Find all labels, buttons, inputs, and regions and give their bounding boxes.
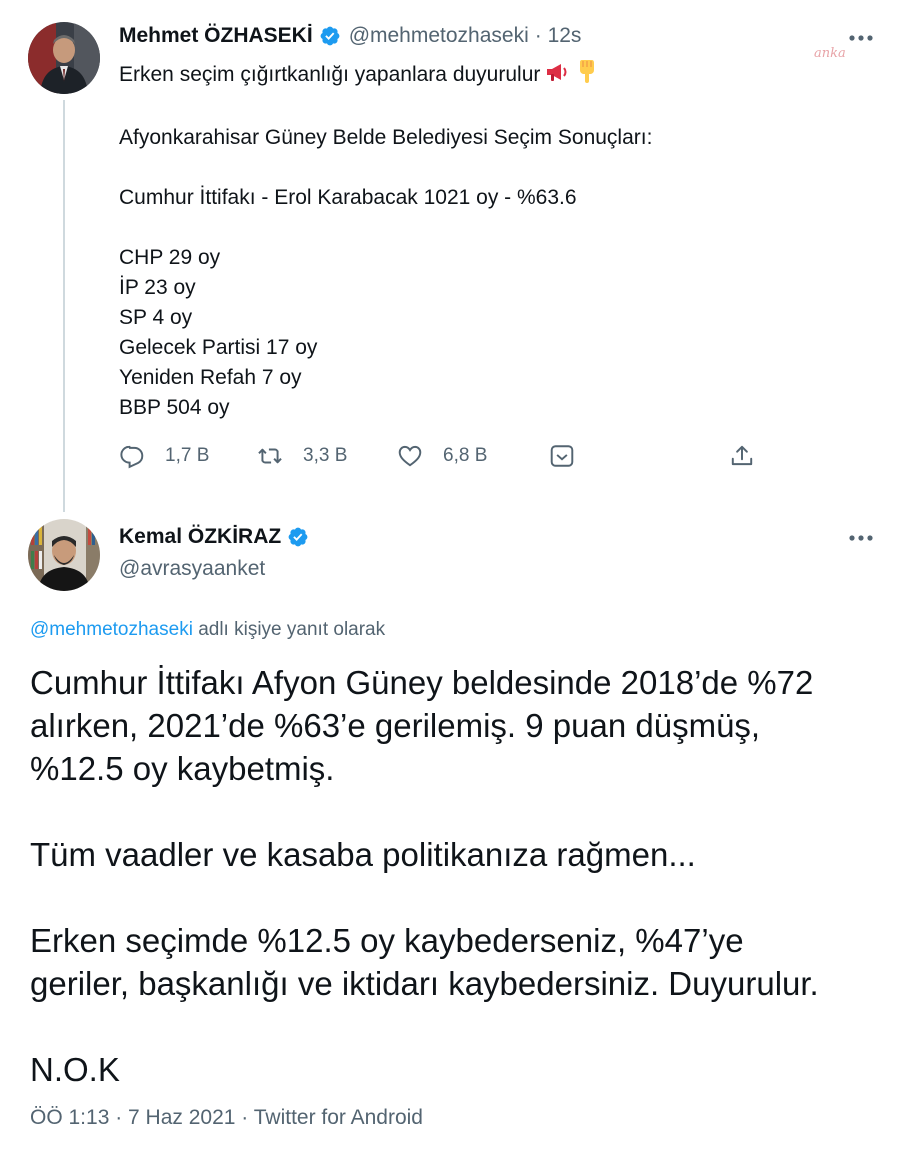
- tweet-metadata[interactable]: ÖÖ 1:13 · 7 Haz 2021 · Twitter for Andro…: [30, 1106, 423, 1130]
- tweet-text-line: Erken seçimde %12.5 oy kaybederseniz, %4…: [30, 922, 744, 959]
- tweet-timestamp[interactable]: · 12s: [535, 24, 582, 48]
- retweet-icon: [258, 448, 282, 464]
- tweet-text-line: BBP 504 oy: [119, 396, 230, 419]
- tweet-text-line: Tüm vaadler ve kasaba politikanıza rağme…: [30, 836, 696, 873]
- more-options-icon[interactable]: [848, 534, 874, 542]
- tweet-text-line: geriler, başkanlığı ve iktidarı kaybeder…: [30, 965, 819, 1002]
- tweet-text-line: Cumhur İttifakı Afyon Güney beldesinde 2…: [30, 664, 814, 701]
- tweet-header: Kemal ÖZKİRAZ: [119, 525, 317, 549]
- parent-tweet[interactable]: Mehmet ÖZHASEKİ @mehmetozhaseki · 12s an…: [0, 0, 900, 512]
- replying-to-label: adlı kişiye yanıt olarak: [198, 619, 386, 640]
- retweet-button[interactable]: 3,3 B: [257, 443, 347, 469]
- tweet-text-line: %12.5 oy kaybetmiş.: [30, 750, 335, 787]
- tweet-text-line: Cumhur İttifakı - Erol Karabacak 1021 oy…: [119, 186, 577, 209]
- reply-button[interactable]: 1,7 B: [119, 443, 209, 469]
- tweet-text: Erken seçim çığırtkanlığı yapanlara duyu…: [119, 58, 859, 423]
- share-icon: [731, 445, 753, 466]
- tweet-text-line: Gelecek Partisi 17 oy: [119, 336, 318, 359]
- inbox-icon: [550, 445, 574, 467]
- retweet-count: 3,3 B: [303, 445, 348, 466]
- author-name[interactable]: Kemal ÖZKİRAZ: [119, 525, 281, 549]
- tweet-header: Mehmet ÖZHASEKİ @mehmetozhaseki · 12s: [119, 24, 581, 48]
- reply-tweet[interactable]: Kemal ÖZKİRAZ @avrasyaanket @mehmetozhas…: [0, 505, 900, 1160]
- heart-icon: [398, 445, 422, 467]
- author-name[interactable]: Mehmet ÖZHASEKİ: [119, 24, 313, 48]
- like-count: 6,8 B: [443, 445, 488, 466]
- verified-badge-icon: [287, 526, 309, 548]
- avatar[interactable]: [28, 22, 100, 94]
- verified-badge-icon: [319, 25, 341, 47]
- more-options-icon[interactable]: [848, 34, 874, 42]
- tweet-text: Cumhur İttifakı Afyon Güney beldesinde 2…: [30, 661, 880, 1091]
- avatar[interactable]: [28, 519, 100, 591]
- reply-count: 1,7 B: [165, 445, 210, 466]
- tweet-text-line: İP 23 oy: [119, 276, 196, 299]
- tweet-text-line: SP 4 oy: [119, 306, 193, 329]
- tweet-text-line: Erken seçim çığırtkanlığı yapanlara duyu…: [119, 58, 859, 93]
- tweet-text-line: Afyonkarahisar Güney Belde Belediyesi Se…: [119, 126, 653, 149]
- send-via-dm-button[interactable]: [549, 443, 595, 469]
- tweet-text-line: Yeniden Refah 7 oy: [119, 366, 302, 389]
- like-button[interactable]: 6,8 B: [397, 443, 487, 469]
- tweet-text-line: alırken, 2021’de %63’e gerilemiş. 9 puan…: [30, 707, 761, 744]
- tweet-text-line: N.O.K: [30, 1051, 120, 1088]
- replying-to-handle-link[interactable]: @mehmetozhaseki: [30, 619, 193, 640]
- pointing-down-emoji-icon: [574, 58, 600, 93]
- reply-icon: [120, 445, 144, 469]
- share-button[interactable]: [729, 443, 775, 469]
- tweet-text-line: CHP 29 oy: [119, 246, 221, 269]
- replying-to-line: @mehmetozhaseki adlı kişiye yanıt olarak: [30, 619, 385, 641]
- thread-line: [63, 100, 65, 512]
- tweet-actions: 1,7 B 3,3 B 6,8 B: [119, 443, 759, 477]
- loudspeaker-emoji-icon: [544, 60, 570, 93]
- author-handle[interactable]: @mehmetozhaseki: [349, 24, 529, 48]
- author-handle[interactable]: @avrasyaanket: [119, 557, 265, 581]
